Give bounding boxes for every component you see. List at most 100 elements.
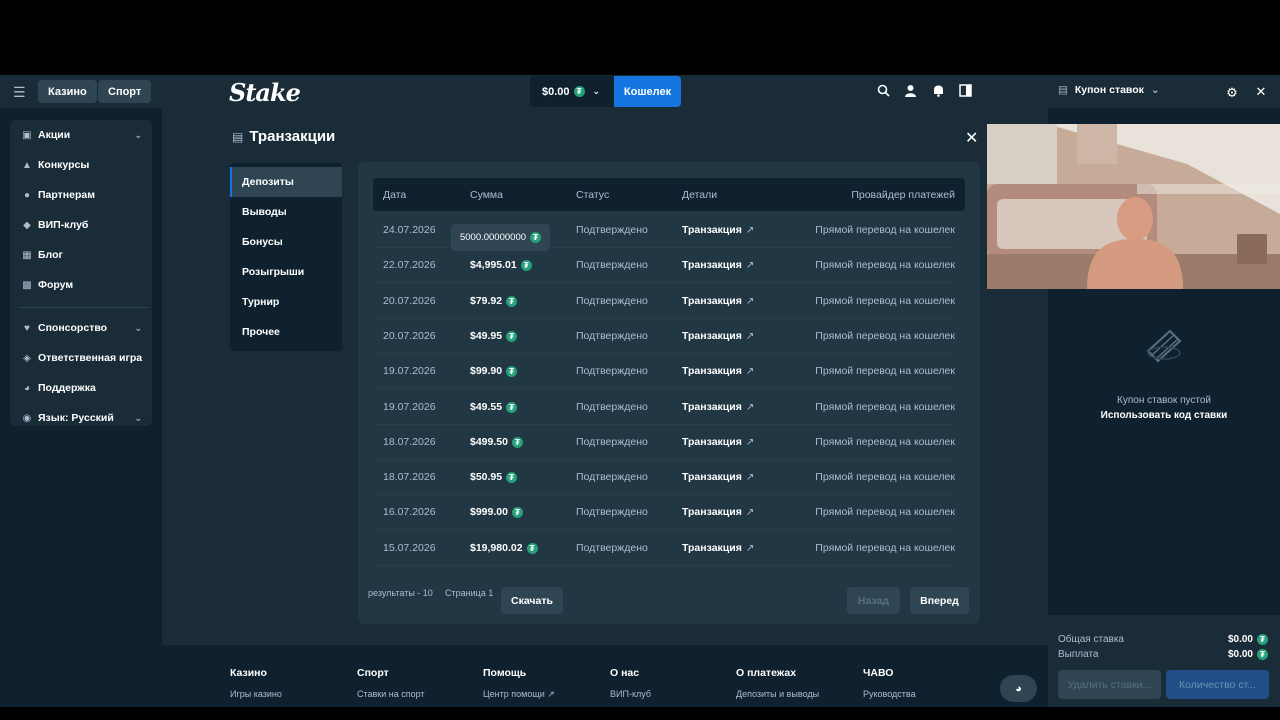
row-details-link[interactable]: Транзакция ↗ — [682, 365, 754, 377]
shield-icon: ◈ — [23, 352, 31, 364]
chevron-down-icon: ⌄ — [592, 86, 601, 96]
table-row: 18.07.2026 $50.95 ₮ Подтверждено Транзакция ↗… — [373, 460, 955, 496]
row-date: 20.07.2026 — [383, 329, 436, 342]
chevron-down-icon: ⌄ — [134, 129, 142, 140]
tether-icon: ₮ — [573, 86, 585, 97]
chevron-down-icon: ⌄ — [134, 322, 142, 333]
row-details-link[interactable]: Транзакция ↗ — [682, 224, 754, 236]
row-amount-value: $49.95 — [470, 329, 503, 342]
footer-column-casino: Казино Игры казино — [230, 667, 282, 699]
logo[interactable]: Stake — [229, 78, 301, 107]
betslip-title-dropdown[interactable]: ▤ Купон ставок ⌄ — [1058, 84, 1164, 96]
footer-link[interactable]: Депозиты и выводы — [736, 689, 819, 699]
row-amount[interactable]: $4,995.01 ₮ — [470, 259, 532, 272]
payout-amount: $0.00 — [1227, 649, 1253, 660]
sidebar-item-sponsorship[interactable]: ♥ Спонсорство ⌄ — [10, 313, 152, 343]
transactions-modal: ▤ Транзакции ✕ Депозиты Выводы Бонусы Ро… — [162, 108, 1048, 645]
tab-bonuses[interactable]: Бонусы — [230, 227, 342, 257]
row-details-text: Транзакция — [682, 541, 742, 554]
footer-link[interactable]: Центр помощи ↗ — [483, 689, 555, 700]
row-details-link[interactable]: Транзакция ↗ — [682, 401, 754, 413]
row-amount-value: $19,980.02 — [470, 541, 523, 554]
row-amount[interactable]: $49.55 ₮ — [470, 401, 518, 413]
row-details-link[interactable]: Транзакция ↗ — [682, 295, 754, 307]
close-icon[interactable]: ✕ — [965, 128, 978, 148]
sidebar-item-blog[interactable]: ▦ Блог — [10, 240, 152, 270]
casino-toggle[interactable]: Казино — [38, 80, 97, 103]
next-button[interactable]: Вперед — [910, 587, 969, 614]
sidebar-toggle-icon[interactable] — [958, 84, 972, 100]
sidebar-item-label: Конкурсы — [38, 159, 90, 171]
gear-icon[interactable]: ⚙ — [1225, 85, 1239, 101]
column-date[interactable]: Дата — [383, 189, 406, 201]
clear-bets-button[interactable]: Удалить ставки... — [1058, 670, 1161, 699]
sidebar-item-responsible-gaming[interactable]: ◈ Ответственная игра — [10, 343, 152, 373]
row-details-link[interactable]: Транзакция ↗ — [682, 436, 754, 448]
row-amount[interactable]: $50.95 ₮ — [470, 471, 518, 484]
chat-icon: ▩ — [22, 279, 32, 291]
user-icon[interactable] — [903, 84, 917, 100]
row-amount[interactable]: $99.90 ₮ — [470, 365, 518, 378]
hamburger-icon[interactable]: ☰ — [13, 84, 26, 101]
row-details-link[interactable]: Транзакция ↗ — [682, 330, 754, 342]
row-details-link[interactable]: Транзакция ↗ — [682, 471, 754, 483]
bet-count-button[interactable]: Количество ст... — [1166, 670, 1269, 699]
tab-raffles[interactable]: Розыгрыши — [230, 257, 342, 287]
external-link-icon: ↗ — [745, 507, 755, 519]
footer-link[interactable]: ВИП-клуб — [610, 689, 651, 699]
table-row: 18.07.2026 $499.50 ₮ Подтверждено Транзакция… — [373, 425, 955, 460]
total-stake-value: $0.00 ₮ — [1228, 634, 1268, 645]
search-icon[interactable] — [876, 84, 890, 100]
row-status: Подтверждено — [576, 329, 648, 342]
sidebar-item-promotions[interactable]: ▣ Акции ⌄ — [10, 120, 152, 150]
sidebar-item-label: Акции — [38, 129, 71, 141]
tether-icon: ₮ — [511, 507, 523, 519]
balance-dropdown[interactable]: $0.00 ₮ ⌄ — [530, 76, 614, 107]
betslip-empty-text: Купон ставок пустой — [1117, 395, 1211, 406]
column-provider[interactable]: Провайдер платежей — [851, 189, 955, 201]
row-amount[interactable]: $999.00 ₮ — [470, 506, 523, 519]
column-status[interactable]: Статус — [576, 189, 609, 201]
row-amount[interactable]: $19,980.02 ₮ — [470, 542, 538, 554]
results-count: результаты - 10 — [368, 588, 433, 598]
row-details-link[interactable]: Транзакция ↗ — [682, 259, 754, 271]
tab-tournament[interactable]: Турнир — [230, 287, 342, 317]
row-status: Подтверждено — [576, 365, 648, 378]
sidebar-item-affiliate[interactable]: ● Партнерам — [10, 180, 152, 210]
sidebar-item-support[interactable]: ◕ Поддержка — [10, 373, 152, 403]
footer-link[interactable]: Игры казино — [230, 689, 282, 699]
row-amount[interactable]: $49.95 ₮ — [470, 329, 518, 342]
table-row: 20.07.2026 $79.92 ₮ Подтверждено Транзакция ↗… — [373, 284, 955, 319]
column-details[interactable]: Детали — [682, 189, 717, 201]
sidebar-item-forum[interactable]: ▩ Форум — [10, 270, 152, 300]
transaction-tabs: Депозиты Выводы Бонусы Розыгрыши Турнир … — [230, 163, 342, 351]
tab-withdrawals[interactable]: Выводы — [230, 197, 342, 227]
close-icon[interactable]: ✕ — [1254, 84, 1268, 100]
download-button[interactable]: Скачать — [501, 587, 563, 614]
row-details-text: Транзакция — [682, 400, 742, 413]
live-support-button[interactable]: ◕ — [1000, 675, 1037, 702]
tab-other[interactable]: Прочее — [230, 317, 342, 347]
row-amount[interactable]: $79.92 ₮ — [470, 295, 518, 307]
row-provider: Прямой перевод на кошелек — [815, 435, 955, 448]
bell-icon[interactable] — [931, 84, 945, 100]
back-button[interactable]: Назад — [847, 587, 900, 614]
transactions-panel: Дата Сумма Статус Детали Провайдер плате… — [358, 162, 980, 624]
row-details-link[interactable]: Транзакция ↗ — [682, 506, 754, 518]
sidebar-item-vip[interactable]: ◆ ВИП-клуб — [10, 210, 152, 240]
row-status: Подтверждено — [576, 541, 648, 554]
row-details-link[interactable]: Транзакция ↗ — [682, 542, 754, 554]
row-amount[interactable]: $499.50 ₮ — [470, 436, 523, 448]
wallet-button[interactable]: Кошелек — [614, 76, 681, 107]
footer-link[interactable]: Ставки на спорт — [357, 689, 425, 699]
tab-deposits[interactable]: Депозиты — [230, 167, 342, 197]
sidebar-item-label: Форум — [38, 279, 74, 291]
sidebar-item-language[interactable]: ◉ Язык: Русский ⌄ — [10, 403, 152, 433]
column-amount[interactable]: Сумма — [470, 189, 503, 201]
sport-toggle[interactable]: Спорт — [98, 80, 152, 103]
row-date: 22.07.2026 — [383, 259, 436, 272]
footer-column-help: Помощь Центр помощи ↗ — [483, 667, 555, 700]
footer-link[interactable]: Руководства — [863, 689, 916, 699]
sidebar-item-contests[interactable]: ▲ Конкурсы — [10, 150, 152, 180]
use-bet-code-link[interactable]: Использовать код ставки — [1048, 410, 1280, 421]
